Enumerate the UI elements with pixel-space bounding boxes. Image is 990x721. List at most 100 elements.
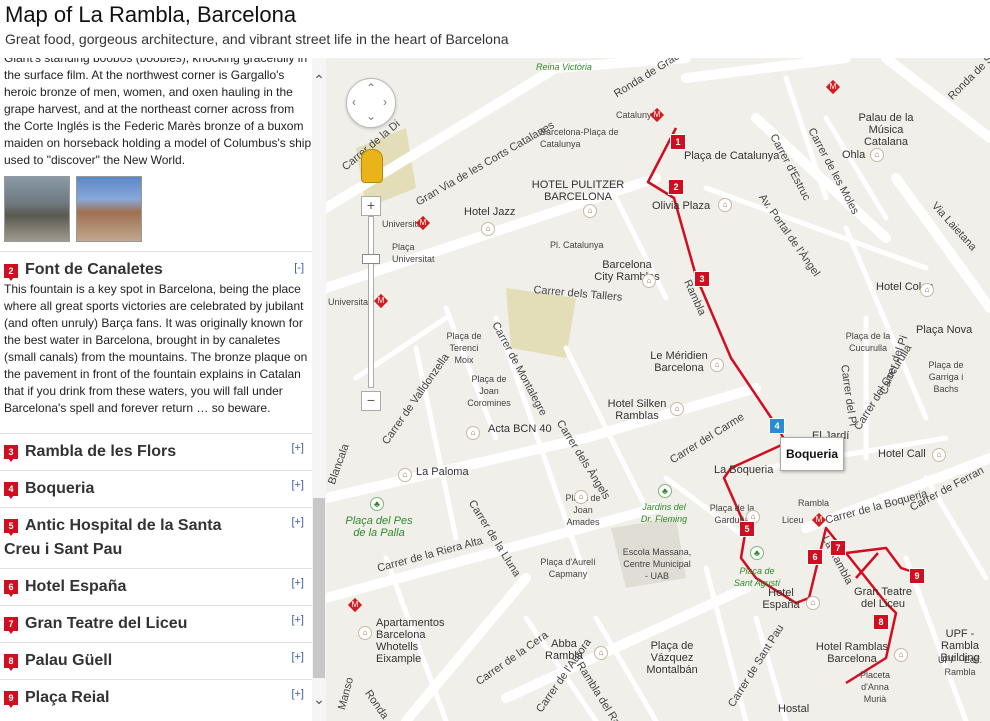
hotel-icon[interactable]: ⌂ — [710, 358, 724, 372]
hotel-icon[interactable]: ⌂ — [466, 426, 480, 440]
pan-left-icon[interactable]: ‹ — [352, 95, 356, 109]
hotel-icon[interactable]: ⌂ — [932, 448, 946, 462]
sidebar[interactable]: Giant's standing boobos (boobies), knock… — [0, 58, 312, 721]
map-marker[interactable]: 1 — [670, 134, 686, 150]
page-subtitle: Great food, gorgeous architecture, and v… — [5, 31, 509, 47]
expand-toggle[interactable]: [+] — [291, 442, 304, 454]
map-label: Plaça de Vázquez Montalbán — [646, 640, 698, 676]
park-icon[interactable]: ♣ — [658, 484, 672, 498]
map-label: HOTEL PULITZER BARCELONA — [531, 179, 625, 203]
expand-toggle[interactable]: [+] — [291, 651, 304, 663]
list-item[interactable]: 7 Gran Teatre del Liceu [+] — [0, 605, 312, 643]
hotel-icon[interactable]: ⌂ — [358, 626, 372, 640]
map-label: Plaça del Pes de la Palla — [345, 515, 413, 539]
list-item[interactable]: 4 Boqueria [+] — [0, 470, 312, 508]
map-label: Jardins del Dr. Fleming — [640, 502, 688, 524]
hotel-icon[interactable]: ⌂ — [594, 646, 608, 660]
map-marker[interactable]: 9 — [909, 568, 925, 584]
hotel-icon[interactable]: ⌂ — [894, 648, 908, 662]
item-title[interactable]: Font de Canaletes — [25, 258, 265, 282]
park-icon[interactable]: ♣ — [750, 546, 764, 560]
expand-toggle[interactable]: [+] — [291, 614, 304, 626]
map-label: Hotel España — [762, 587, 800, 611]
item-title[interactable]: Hotel España — [25, 575, 265, 599]
map-label: La Boqueria — [714, 464, 774, 476]
item-title[interactable]: Antic Hospital de la Santa Creu i Sant P… — [4, 514, 249, 562]
map-label: Acta BCN 40 — [488, 423, 552, 435]
marker-icon: 4 — [4, 482, 18, 499]
hotel-icon[interactable]: ⌂ — [481, 222, 495, 236]
map-marker[interactable]: 3 — [694, 271, 710, 287]
hotel-icon[interactable]: ⌂ — [718, 198, 732, 212]
metro-icon[interactable]: M — [825, 79, 841, 95]
sidebar-scrollbar[interactable]: ⌃ ⌄ — [312, 58, 326, 721]
map-canvas[interactable]: Reina Victòria Plaça de Catalunya Catalu… — [326, 58, 990, 721]
map-label: Ohla — [842, 149, 866, 161]
map-label: UPF - Edif. Rambla — [938, 655, 983, 677]
list-item[interactable]: 8 Palau Güell [+] — [0, 642, 312, 680]
street-view-pegman-icon[interactable] — [361, 149, 383, 183]
map-label: Rambla — [798, 498, 830, 508]
list-item[interactable]: 5 Antic Hospital de la Santa Creu i Sant… — [0, 507, 312, 569]
hotel-icon[interactable]: ⌂ — [670, 402, 684, 416]
metro-icon[interactable]: M — [649, 107, 665, 123]
marker-icon: 8 — [4, 654, 18, 671]
metro-icon[interactable]: M — [415, 215, 431, 231]
map-label: Olivia Plaza — [652, 200, 711, 212]
metro-icon[interactable]: M — [347, 597, 363, 613]
list-item[interactable]: 6 Hotel España [+] — [0, 568, 312, 606]
hotel-icon[interactable]: ⌂ — [870, 148, 884, 162]
park-icon[interactable]: ♣ — [370, 497, 384, 511]
map-marker[interactable]: 5 — [739, 521, 755, 537]
metro-icon[interactable]: M — [373, 293, 389, 309]
pan-down-icon[interactable]: ⌄ — [366, 109, 376, 123]
map-label: La Paloma — [416, 466, 469, 478]
item-title[interactable]: Palau Güell — [25, 649, 265, 673]
pan-right-icon[interactable]: › — [383, 95, 387, 109]
expand-toggle[interactable]: [+] — [291, 516, 304, 528]
hotel-icon[interactable]: ⌂ — [574, 490, 588, 504]
map-label: Apartamentos Barcelona Whotells Eixample — [376, 617, 445, 665]
pan-control[interactable]: ⌃ ⌄ ‹ › — [346, 78, 396, 128]
zoom-in-button[interactable]: + — [361, 196, 381, 216]
hotel-icon[interactable]: ⌂ — [642, 274, 656, 288]
hotel-icon[interactable]: ⌂ — [806, 596, 820, 610]
scrollbar-thumb[interactable] — [313, 498, 325, 678]
list-item[interactable]: 9 Plaça Reial [+] — [0, 679, 312, 721]
zoom-out-button[interactable]: − — [361, 391, 381, 411]
map-label: Plaça de Sant Agustí — [733, 566, 781, 588]
item-title[interactable]: Gran Teatre del Liceu — [25, 612, 265, 636]
pan-up-icon[interactable]: ⌃ — [366, 81, 376, 95]
hotel-icon[interactable]: ⌂ — [583, 204, 597, 218]
map-marker-selected[interactable]: 4 — [769, 418, 785, 434]
expand-toggle[interactable]: [+] — [291, 577, 304, 589]
item-description: This fountain is a key spot in Barcelona… — [4, 282, 308, 415]
scroll-up-arrow-icon[interactable]: ⌃ — [312, 72, 326, 88]
intro-text: Giant's standing boobos (boobies), knock… — [4, 58, 312, 167]
map-marker[interactable]: 2 — [668, 179, 684, 195]
metro-icon[interactable]: M — [811, 512, 827, 528]
item-title[interactable]: Plaça Reial — [25, 686, 265, 710]
zoom-slider-handle[interactable] — [362, 254, 380, 264]
expand-toggle[interactable]: [+] — [291, 688, 304, 700]
list-item[interactable]: 2 Font de Canaletes [-] This fountain is… — [0, 251, 312, 434]
item-title[interactable]: Rambla de les Flors — [25, 440, 265, 464]
map-marker[interactable]: 6 — [807, 549, 823, 565]
expand-toggle[interactable]: [+] — [291, 479, 304, 491]
collapse-toggle[interactable]: [-] — [294, 262, 304, 274]
map-label: Plaça de Joan Coromines — [467, 374, 511, 408]
info-window[interactable]: Boqueria — [780, 437, 844, 471]
item-title[interactable]: Boqueria — [25, 477, 265, 501]
scroll-down-arrow-icon[interactable]: ⌄ — [312, 691, 326, 707]
marker-icon: 7 — [4, 617, 18, 634]
photo-thumbnail[interactable] — [76, 176, 143, 242]
hotel-icon[interactable]: ⌂ — [920, 283, 934, 297]
list-item[interactable]: 3 Rambla de les Flors [+] — [0, 433, 312, 471]
photo-thumbnail[interactable] — [4, 176, 70, 242]
map-marker[interactable]: 7 — [830, 540, 846, 556]
hotel-icon[interactable]: ⌂ — [398, 468, 412, 482]
zoom-slider[interactable] — [368, 216, 374, 388]
map-label: Le Méridien Barcelona — [650, 350, 708, 374]
marker-icon: 2 — [4, 264, 18, 281]
map-marker[interactable]: 8 — [873, 614, 889, 630]
